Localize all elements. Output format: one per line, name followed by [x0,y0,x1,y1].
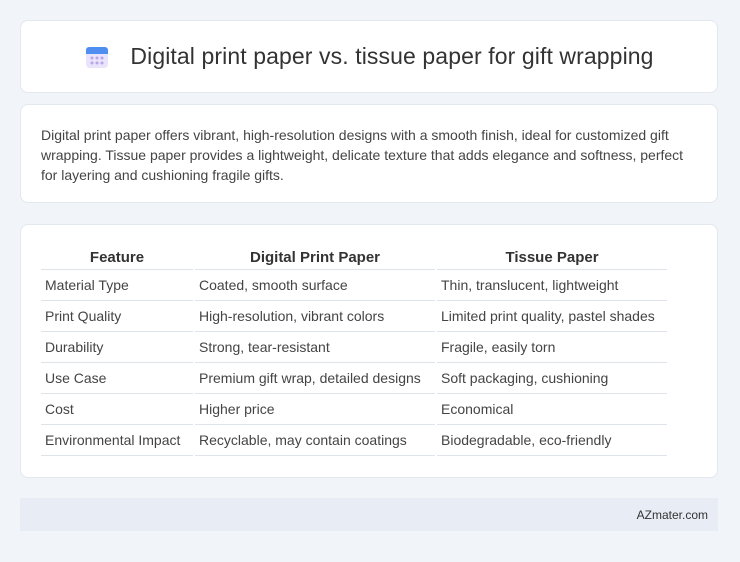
footer-brand-link[interactable]: AZmater.com [637,508,708,522]
table-cell: Limited print quality, pastel shades [437,301,667,332]
description-text: Digital print paper offers vibrant, high… [41,127,684,183]
table-cell: Environmental Impact [41,425,193,456]
table-cell: Print Quality [41,301,193,332]
table-cell: Durability [41,332,193,363]
table-cell: Strong, tear-resistant [195,332,435,363]
table-row: Use Case Premium gift wrap, detailed des… [41,363,667,394]
table-cell: Economical [437,394,667,425]
page-title: Digital print paper vs. tissue paper for… [130,43,654,69]
table-cell: Use Case [41,363,193,394]
column-header-digital-print-paper: Digital Print Paper [195,247,435,270]
description-card: Digital print paper offers vibrant, high… [20,104,718,203]
table-cell: Soft packaging, cushioning [437,363,667,394]
table-cell: Fragile, easily torn [437,332,667,363]
table-cell: Thin, translucent, lightweight [437,270,667,301]
table-cell: Premium gift wrap, detailed designs [195,363,435,394]
footer-bar: AZmater.com [20,498,718,531]
table-cell: Higher price [195,394,435,425]
table-cell: Recyclable, may contain coatings [195,425,435,456]
column-header-feature: Feature [41,247,193,270]
table-row: Durability Strong, tear-resistant Fragil… [41,332,667,363]
table-cell: Coated, smooth surface [195,270,435,301]
table-row: Cost Higher price Economical [41,394,667,425]
calendar-icon [84,44,110,70]
table-cell: High-resolution, vibrant colors [195,301,435,332]
column-header-tissue-paper: Tissue Paper [437,247,667,270]
table-cell: Material Type [41,270,193,301]
table-cell: Cost [41,394,193,425]
table-row: Material Type Coated, smooth surface Thi… [41,270,667,301]
title-card: Digital print paper vs. tissue paper for… [20,20,718,93]
comparison-table: Feature Digital Print Paper Tissue Paper… [39,247,669,456]
table-header-row: Feature Digital Print Paper Tissue Paper [41,247,667,270]
table-row: Environmental Impact Recyclable, may con… [41,425,667,456]
table-cell: Biodegradable, eco-friendly [437,425,667,456]
comparison-table-card: Feature Digital Print Paper Tissue Paper… [20,224,718,478]
table-row: Print Quality High-resolution, vibrant c… [41,301,667,332]
